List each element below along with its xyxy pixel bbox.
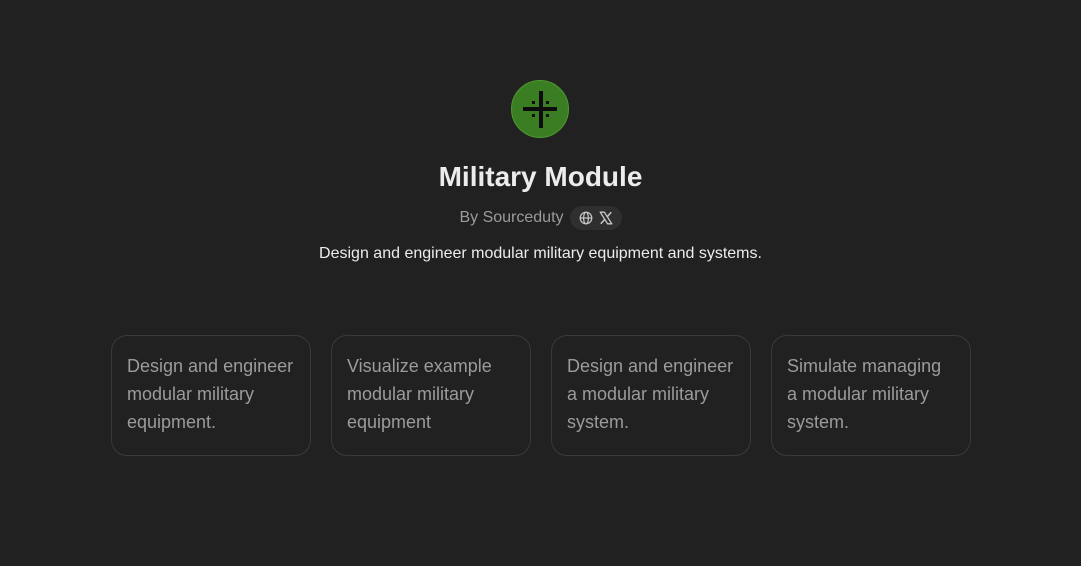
gpt-logo bbox=[511, 80, 569, 138]
author-byline: By Sourceduty bbox=[0, 205, 1081, 231]
social-links bbox=[569, 206, 622, 230]
starter-card[interactable]: Design and engineer a modular military s… bbox=[551, 335, 751, 456]
conversation-starters: Design and engineer modular military equ… bbox=[111, 335, 971, 456]
author-name: By Sourceduty bbox=[459, 209, 564, 226]
gpt-description: Design and engineer modular military equ… bbox=[319, 245, 762, 262]
gpt-title: Military Module bbox=[438, 161, 643, 192]
globe-icon[interactable] bbox=[579, 211, 593, 225]
starter-card[interactable]: Simulate managing a modular military sys… bbox=[771, 335, 971, 456]
starter-card[interactable]: Design and engineer modular military equ… bbox=[111, 335, 311, 456]
starter-card[interactable]: Visualize example modular military equip… bbox=[331, 335, 531, 456]
gpt-landing: Military Module By Sourceduty Design and… bbox=[0, 0, 1081, 566]
x-logo-icon[interactable] bbox=[599, 211, 613, 225]
crosshair-plus-icon bbox=[523, 91, 557, 128]
